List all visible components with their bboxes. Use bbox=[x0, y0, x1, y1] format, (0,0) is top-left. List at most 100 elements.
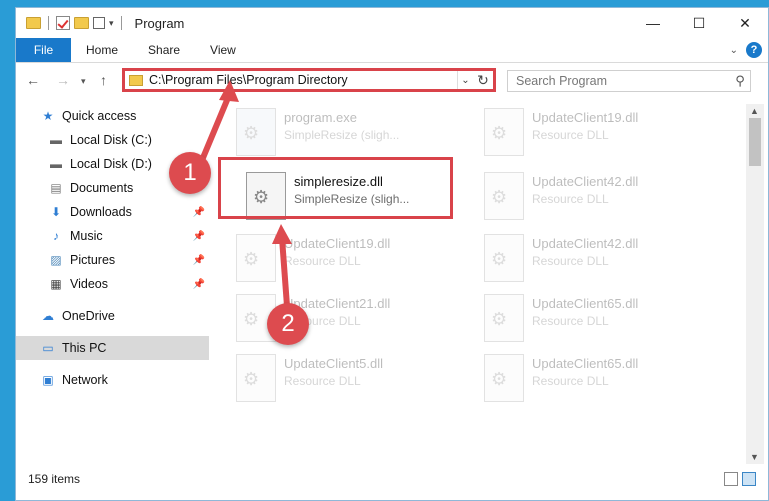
pin-icon[interactable]: 📌 bbox=[193, 255, 205, 266]
properties-check-icon[interactable] bbox=[56, 16, 70, 30]
sidebar-item-label: Local Disk (D:) bbox=[70, 157, 152, 171]
drive-icon: ▬ bbox=[50, 157, 62, 171]
file-description: Resource DLL bbox=[532, 314, 609, 328]
help-icon[interactable]: ? bbox=[746, 42, 762, 58]
search-input[interactable]: Search Program ⚲ bbox=[507, 70, 751, 92]
list-item[interactable]: program.exe SimpleResize (sligh... bbox=[226, 104, 466, 162]
sidebar-item-label: Documents bbox=[70, 181, 134, 195]
file-name: UpdateClient65.dll bbox=[532, 356, 639, 371]
forward-arrow-icon[interactable]: → bbox=[56, 72, 70, 88]
window-controls: — ☐ ✕ bbox=[630, 8, 768, 38]
list-item[interactable]: UpdateClient19.dll Resource DLL bbox=[474, 104, 714, 162]
sidebar-item-label: Local Disk (C:) bbox=[70, 133, 152, 147]
sidebar-item-label: Videos bbox=[70, 277, 108, 291]
dll-file-icon bbox=[236, 234, 276, 282]
sidebar-item-label: Network bbox=[62, 373, 108, 387]
tab-share[interactable]: Share bbox=[133, 38, 195, 62]
address-path[interactable]: C:\Program Files\Program Directory bbox=[149, 73, 457, 87]
sidebar-item-label: OneDrive bbox=[62, 309, 115, 323]
file-description: SimpleResize (sligh... bbox=[284, 128, 400, 142]
details-view-icon[interactable] bbox=[724, 472, 738, 486]
cloud-icon: ☁ bbox=[42, 309, 54, 323]
recent-locations-icon[interactable]: ▾ bbox=[81, 76, 86, 87]
maximize-button[interactable]: ☐ bbox=[676, 8, 722, 38]
sidebar-item-label: Downloads bbox=[70, 205, 132, 219]
tab-file[interactable]: File bbox=[16, 38, 71, 62]
file-description: Resource DLL bbox=[532, 192, 609, 206]
expand-ribbon-icon[interactable]: ⌄ bbox=[730, 45, 738, 56]
tab-home[interactable]: Home bbox=[71, 38, 133, 62]
dll-file-icon bbox=[484, 294, 524, 342]
sidebar-item-network[interactable]: ▣ Network bbox=[16, 368, 209, 392]
document-icon: ▤ bbox=[50, 181, 62, 195]
folder-icon bbox=[26, 17, 41, 29]
sidebar-item-videos[interactable]: ▦ Videos 📌 bbox=[16, 272, 209, 296]
list-item[interactable]: UpdateClient5.dll Resource DLL bbox=[226, 350, 466, 408]
file-name: UpdateClient5.dll bbox=[284, 356, 384, 371]
file-name: UpdateClient42.dll bbox=[532, 174, 639, 189]
title-bar: ▾ Program — ☐ ✕ bbox=[16, 8, 768, 38]
up-arrow-icon[interactable]: ↑ bbox=[100, 72, 107, 88]
dll-file-icon bbox=[484, 172, 524, 220]
file-name: UpdateClient42.dll bbox=[532, 236, 639, 251]
download-icon: ⬇ bbox=[50, 205, 62, 219]
list-item[interactable]: UpdateClient65.dll Resource DLL bbox=[474, 290, 714, 348]
sidebar-item-music[interactable]: ♪ Music 📌 bbox=[16, 224, 209, 248]
address-bar[interactable]: C:\Program Files\Program Directory ⌄ ↻ bbox=[122, 68, 496, 92]
tiles-view-icon[interactable] bbox=[742, 472, 756, 486]
sidebar-item-pictures[interactable]: ▨ Pictures 📌 bbox=[16, 248, 209, 272]
list-item[interactable]: UpdateClient42.dll Resource DLL bbox=[474, 168, 714, 226]
sidebar-item-this-pc[interactable]: ▭ This PC bbox=[16, 336, 209, 360]
sidebar-item-downloads[interactable]: ⬇ Downloads 📌 bbox=[16, 200, 209, 224]
file-description: Resource DLL bbox=[532, 128, 609, 142]
folder-icon bbox=[129, 74, 143, 86]
list-item[interactable]: UpdateClient19.dll Resource DLL bbox=[226, 230, 466, 288]
file-name: UpdateClient19.dll bbox=[532, 110, 639, 125]
scroll-down-icon[interactable]: ▼ bbox=[750, 452, 759, 462]
pin-icon[interactable]: 📌 bbox=[193, 279, 205, 290]
file-description: Resource DLL bbox=[532, 254, 609, 268]
chevron-down-icon[interactable]: ▾ bbox=[109, 18, 114, 29]
dll-file-icon bbox=[236, 354, 276, 402]
scroll-thumb[interactable] bbox=[749, 118, 761, 166]
close-button[interactable]: ✕ bbox=[722, 8, 768, 38]
sidebar-item-local-disk-c[interactable]: ▬ Local Disk (C:) bbox=[16, 128, 209, 152]
status-bar: 159 items bbox=[16, 464, 768, 494]
sidebar-item-quick-access[interactable]: ★ Quick access bbox=[16, 104, 209, 128]
picture-icon: ▨ bbox=[50, 253, 62, 267]
back-arrow-icon[interactable]: ← bbox=[26, 72, 40, 88]
sidebar-item-onedrive[interactable]: ☁ OneDrive bbox=[16, 304, 209, 328]
network-icon: ▣ bbox=[42, 373, 54, 387]
new-folder-icon[interactable] bbox=[74, 17, 89, 29]
pin-icon[interactable]: 📌 bbox=[193, 207, 205, 218]
sidebar-item-label: Pictures bbox=[70, 253, 116, 267]
star-icon: ★ bbox=[42, 109, 54, 123]
file-name: program.exe bbox=[284, 110, 357, 125]
pin-icon[interactable]: 📌 bbox=[193, 231, 205, 242]
dll-file-icon bbox=[484, 234, 524, 282]
search-icon[interactable]: ⚲ bbox=[730, 73, 750, 89]
sidebar-item-label: This PC bbox=[62, 341, 107, 355]
toolbar-divider bbox=[48, 16, 49, 30]
list-item[interactable]: UpdateClient65.dll Resource DLL bbox=[474, 350, 714, 408]
refresh-icon[interactable]: ↻ bbox=[473, 72, 493, 89]
file-name: UpdateClient65.dll bbox=[532, 296, 639, 311]
scroll-up-icon[interactable]: ▲ bbox=[750, 106, 759, 116]
step-2-badge: 2 bbox=[267, 303, 309, 345]
chevron-down-icon[interactable]: ⌄ bbox=[457, 71, 473, 89]
sidebar-item-label: Music bbox=[70, 229, 103, 243]
file-highlight-box bbox=[218, 157, 453, 219]
minimize-button[interactable]: — bbox=[630, 8, 676, 38]
list-item[interactable]: UpdateClient42.dll Resource DLL bbox=[474, 230, 714, 288]
video-icon: ▦ bbox=[50, 277, 62, 291]
sidebar-item-label: Quick access bbox=[62, 109, 137, 123]
file-description: Resource DLL bbox=[284, 374, 361, 388]
list-item[interactable]: UpdateClient21.dll Resource DLL bbox=[226, 290, 466, 348]
vertical-scrollbar[interactable]: ▲ ▼ bbox=[746, 104, 764, 464]
ribbon-right: ⌄ ? bbox=[730, 42, 762, 58]
tab-view[interactable]: View bbox=[195, 38, 251, 62]
ribbon-tabs: File Home Share View ⌄ ? bbox=[16, 38, 768, 63]
navigation-bar: ← → ▾ ↑ C:\Program Files\Program Directo… bbox=[16, 66, 768, 96]
customize-icon[interactable] bbox=[93, 17, 105, 29]
computer-icon: ▭ bbox=[42, 341, 54, 355]
